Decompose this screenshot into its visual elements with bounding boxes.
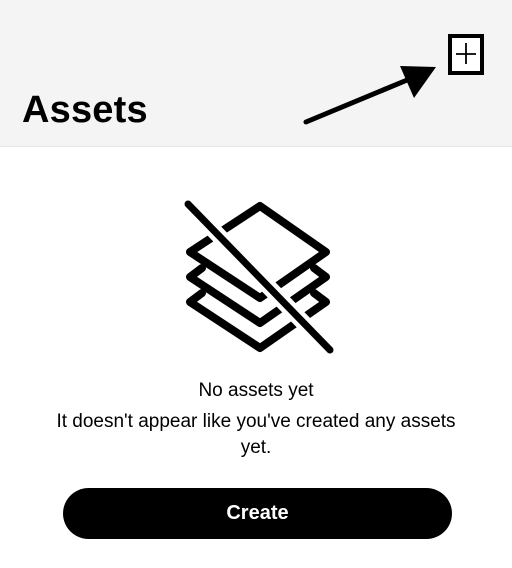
empty-state-message: It doesn't appear like you've created an… <box>56 411 456 458</box>
create-button[interactable]: Create <box>63 488 452 539</box>
empty-state-title: No assets yet <box>198 380 314 401</box>
add-asset-button[interactable] <box>448 34 484 75</box>
header-bar: Assets <box>0 0 512 147</box>
layers-off-icon <box>180 198 338 358</box>
plus-icon <box>456 43 476 64</box>
page-title: Assets <box>22 89 148 131</box>
arrow-pointer-icon <box>303 66 436 125</box>
